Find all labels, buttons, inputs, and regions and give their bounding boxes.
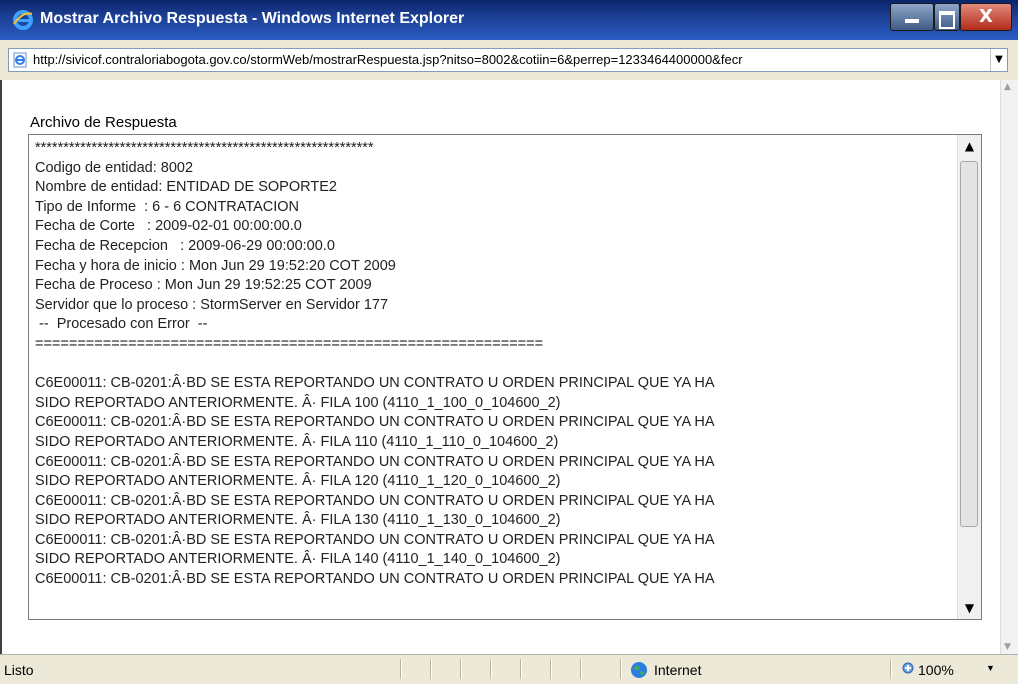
textarea-scrollbar[interactable]: ▲ ▼ bbox=[957, 135, 981, 619]
scroll-up-icon[interactable]: ▲ bbox=[958, 135, 981, 157]
text-line: Tipo de Informe : 6 - 6 CONTRATACION bbox=[35, 198, 300, 215]
status-divider bbox=[520, 659, 522, 679]
scroll-thumb[interactable] bbox=[960, 161, 978, 527]
text-line: C6E00011: CB-0201:Â·BD SE ESTA REPORTAND… bbox=[35, 414, 715, 431]
address-bar[interactable]: http://sivicof.contraloriabogota.gov.co/… bbox=[8, 48, 1008, 72]
text-line: Fecha y hora de inicio : Mon Jun 29 19:5… bbox=[35, 257, 396, 274]
status-divider bbox=[430, 659, 432, 679]
minimize-icon bbox=[905, 19, 919, 23]
text-line: Nombre de entidad: ENTIDAD DE SOPORTE2 bbox=[35, 179, 337, 196]
zoom-level: 100% bbox=[918, 662, 954, 678]
text-line: SIDO REPORTADO ANTERIORMENTE. Â· FILA 11… bbox=[35, 433, 559, 450]
text-line: Fecha de Corte : 2009-02-01 00:00:00.0 bbox=[35, 218, 302, 235]
text-line: Fecha de Proceso : Mon Jun 29 19:52:25 C… bbox=[35, 277, 372, 294]
text-line bbox=[35, 355, 951, 375]
close-button[interactable]: X bbox=[960, 3, 1012, 31]
text-line: ========================================… bbox=[35, 335, 544, 352]
maximize-icon bbox=[939, 11, 955, 29]
status-divider bbox=[580, 659, 582, 679]
text-line: -- Procesado con Error -- bbox=[35, 316, 208, 333]
status-divider bbox=[460, 659, 462, 679]
internet-explorer-icon bbox=[13, 10, 33, 30]
status-divider bbox=[490, 659, 492, 679]
text-line: SIDO REPORTADO ANTERIORMENTE. Â· FILA 10… bbox=[35, 394, 561, 411]
close-icon: X bbox=[979, 6, 993, 27]
text-line: Codigo de entidad: 8002 bbox=[35, 159, 194, 176]
response-file-label: Archivo de Respuesta bbox=[30, 114, 177, 131]
title-bar[interactable]: Mostrar Archivo Respuesta - Windows Inte… bbox=[0, 0, 1018, 40]
page-scrollbar[interactable]: ▲ ▼ bbox=[1000, 80, 1018, 654]
status-divider bbox=[550, 659, 552, 679]
text-line: C6E00011: CB-0201:Â·BD SE ESTA REPORTAND… bbox=[35, 492, 715, 509]
status-divider bbox=[400, 659, 402, 679]
text-line: SIDO REPORTADO ANTERIORMENTE. Â· FILA 12… bbox=[35, 473, 561, 490]
status-bar: Listo Internet 100% ▼ bbox=[0, 654, 1018, 684]
page-icon bbox=[13, 52, 27, 68]
maximize-button[interactable] bbox=[934, 3, 960, 31]
text-line: C6E00011: CB-0201:Â·BD SE ESTA REPORTAND… bbox=[35, 571, 715, 588]
globe-icon bbox=[631, 662, 647, 678]
zoom-dropdown-icon[interactable]: ▼ bbox=[986, 663, 995, 673]
minimize-button[interactable] bbox=[890, 3, 934, 31]
window-title: Mostrar Archivo Respuesta - Windows Inte… bbox=[40, 10, 465, 27]
url-text[interactable]: http://sivicof.contraloriabogota.gov.co/… bbox=[33, 52, 991, 67]
text-line: SIDO REPORTADO ANTERIORMENTE. Â· FILA 13… bbox=[35, 512, 561, 529]
text-line: ****************************************… bbox=[35, 140, 374, 156]
text-line: SIDO REPORTADO ANTERIORMENTE. Â· FILA 14… bbox=[35, 551, 561, 568]
text-line: Servidor que lo proceso : StormServer en… bbox=[35, 296, 389, 313]
scroll-down-icon[interactable]: ▼ bbox=[958, 597, 981, 619]
address-dropdown-icon[interactable]: ▼ bbox=[990, 49, 1007, 71]
status-divider bbox=[620, 659, 622, 679]
response-text[interactable]: ****************************************… bbox=[35, 139, 951, 617]
status-text: Listo bbox=[4, 662, 34, 678]
page-scroll-up-icon[interactable]: ▲ bbox=[1004, 82, 1011, 92]
text-line: C6E00011: CB-0201:Â·BD SE ESTA REPORTAND… bbox=[35, 453, 715, 470]
response-textarea[interactable]: ****************************************… bbox=[28, 134, 982, 620]
page-scroll-down-icon[interactable]: ▼ bbox=[1004, 642, 1011, 652]
text-line: C6E00011: CB-0201:Â·BD SE ESTA REPORTAND… bbox=[35, 375, 715, 392]
text-line: C6E00011: CB-0201:Â·BD SE ESTA REPORTAND… bbox=[35, 531, 715, 548]
address-bar-row: http://sivicof.contraloriabogota.gov.co/… bbox=[0, 40, 1018, 80]
zone-text: Internet bbox=[654, 662, 702, 678]
zoom-icon bbox=[902, 662, 914, 674]
text-line: Fecha de Recepcion : 2009-06-29 00:00:00… bbox=[35, 237, 335, 254]
status-divider bbox=[890, 659, 892, 679]
